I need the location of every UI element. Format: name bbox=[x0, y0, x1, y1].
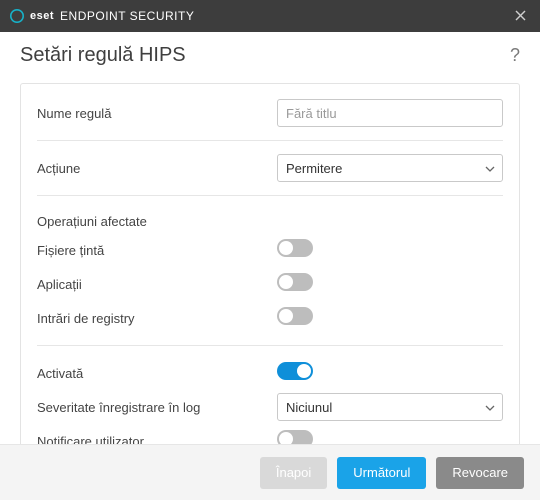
applications-label: Aplicații bbox=[37, 277, 277, 292]
titlebar: eset ENDPOINT SECURITY bbox=[0, 0, 540, 32]
enabled-toggle[interactable] bbox=[277, 362, 313, 380]
divider bbox=[37, 195, 503, 196]
log-severity-select[interactable]: Niciunul bbox=[277, 393, 503, 421]
action-select[interactable]: Permitere bbox=[277, 154, 503, 182]
target-files-label: Fișiere țintă bbox=[37, 243, 277, 258]
applications-toggle[interactable] bbox=[277, 273, 313, 291]
registry-entries-toggle[interactable] bbox=[277, 307, 313, 325]
settings-panel: Nume regulă Acțiune Permitere Operați bbox=[20, 83, 520, 477]
eset-logo-icon bbox=[10, 9, 24, 23]
page-title: Setări regulă HIPS bbox=[20, 44, 186, 67]
action-label: Acțiune bbox=[37, 161, 277, 176]
divider bbox=[37, 140, 503, 141]
enabled-label: Activată bbox=[37, 366, 277, 381]
product-name: ENDPOINT SECURITY bbox=[60, 9, 194, 23]
affected-operations-label: Operațiuni afectate bbox=[37, 206, 503, 233]
log-severity-value: Niciunul bbox=[286, 400, 332, 415]
footer: Înapoi Următorul Revocare bbox=[0, 444, 540, 500]
brand: eset ENDPOINT SECURITY bbox=[10, 9, 194, 23]
back-button: Înapoi bbox=[260, 457, 327, 489]
brand-prefix: eset bbox=[30, 10, 54, 22]
cancel-button[interactable]: Revocare bbox=[436, 457, 524, 489]
registry-entries-label: Intrări de registry bbox=[37, 311, 277, 326]
target-files-toggle[interactable] bbox=[277, 239, 313, 257]
next-button[interactable]: Următorul bbox=[337, 457, 426, 489]
close-icon[interactable] bbox=[510, 9, 530, 24]
action-value: Permitere bbox=[286, 161, 342, 176]
log-severity-label: Severitate înregistrare în log bbox=[37, 400, 277, 415]
rule-name-label: Nume regulă bbox=[37, 106, 277, 121]
rule-name-input[interactable] bbox=[277, 99, 503, 127]
help-icon[interactable]: ? bbox=[510, 45, 520, 66]
divider bbox=[37, 345, 503, 346]
